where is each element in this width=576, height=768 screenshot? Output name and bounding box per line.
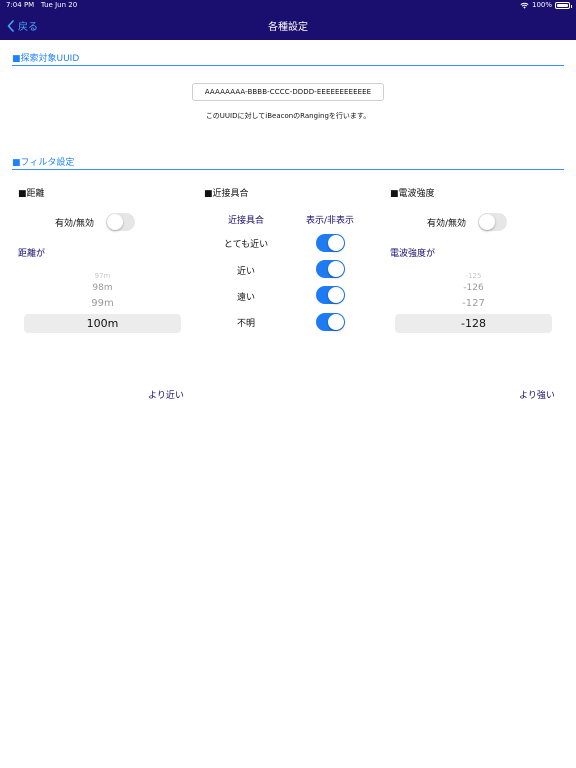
status-indicators: 100% xyxy=(520,1,572,9)
toggle-knob xyxy=(107,214,123,230)
proximity-far-toggle[interactable] xyxy=(316,286,345,304)
proximity-item-label: 近い xyxy=(236,267,255,277)
status-time-date: 7:04 PM Tue Jun 20 xyxy=(6,1,77,9)
proximity-column-label: 近接具合 xyxy=(227,216,264,226)
rssi-picker[interactable]: -125 -126 -127 -128 xyxy=(395,272,552,334)
picker-selected-value: 100m xyxy=(24,314,181,333)
distance-picker[interactable]: 97m 98m 99m 100m xyxy=(24,272,181,334)
navigation-bar: 7:04 PM Tue Jun 20 100% 戻る 各種設定 xyxy=(0,0,576,40)
uuid-description: このUUIDに対してiBeaconのRangingを行います。 xyxy=(205,112,371,120)
battery-icon xyxy=(555,1,572,9)
proximity-item-label: 不明 xyxy=(236,319,255,329)
status-time: 7:04 PM xyxy=(6,1,35,9)
status-date: Tue Jun 20 xyxy=(40,1,78,9)
picker-option: -126 xyxy=(463,283,484,293)
proximity-unknown-toggle[interactable] xyxy=(316,313,345,331)
rssi-enable-label: 有効/無効 xyxy=(427,219,467,229)
distance-direction-link[interactable]: より近い xyxy=(148,388,184,401)
rssi-direction-link[interactable]: より強い xyxy=(519,388,555,401)
picker-selected-value: -128 xyxy=(395,314,552,333)
picker-option: 97m xyxy=(94,272,111,280)
toggle-knob xyxy=(479,214,495,230)
toggle-knob xyxy=(328,314,344,330)
proximity-item-label: とても近い xyxy=(223,240,269,250)
proximity-item-label: 遠い xyxy=(236,293,255,303)
distance-enable-toggle[interactable] xyxy=(106,213,135,231)
proximity-very-near-toggle[interactable] xyxy=(316,234,345,252)
filter-section-header: ■フィルタ設定 xyxy=(12,155,564,170)
battery-level xyxy=(557,3,568,7)
toggle-knob xyxy=(328,235,344,251)
rssi-condition-label: 電波強度が xyxy=(390,249,436,259)
uuid-section-header: ■探索対象UUID xyxy=(12,51,564,66)
rssi-enable-toggle[interactable] xyxy=(478,213,507,231)
uuid-field[interactable]: AAAAAAAA-BBBB-CCCC-DDDD-EEEEEEEEEEEE xyxy=(192,83,384,101)
distance-enable-label: 有効/無効 xyxy=(55,219,95,229)
distance-condition-label: 距離が xyxy=(18,249,46,259)
page-title: 各種設定 xyxy=(268,22,308,33)
proximity-near-toggle[interactable] xyxy=(316,260,345,278)
proximity-heading: ■近接具合 xyxy=(204,189,249,199)
picker-option: 99m xyxy=(91,298,114,309)
picker-option: -127 xyxy=(462,298,485,309)
picker-option: 98m xyxy=(92,283,113,293)
toggle-knob xyxy=(328,261,344,277)
distance-heading: ■距離 xyxy=(18,189,45,199)
battery-percent: 100% xyxy=(531,1,552,9)
rssi-heading: ■電波強度 xyxy=(390,189,435,199)
wifi-icon xyxy=(520,2,529,9)
toggle-knob xyxy=(328,287,344,303)
picker-option: -125 xyxy=(465,272,482,280)
proximity-visibility-label: 表示/非表示 xyxy=(305,216,355,226)
